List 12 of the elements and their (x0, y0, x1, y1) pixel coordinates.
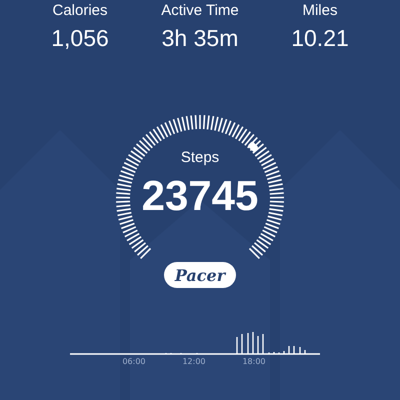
steps-value: 23745 (142, 172, 258, 220)
steps-label: Steps (180, 149, 220, 166)
stat-value: 1,056 (51, 24, 109, 53)
stat-label: Miles (302, 1, 338, 21)
stat-label: Calories (52, 1, 108, 21)
brand-button[interactable]: Pacer (164, 262, 236, 288)
time-label: 06:00 (122, 357, 146, 366)
time-label: 18:00 (242, 357, 266, 366)
stat-value: 3h 35m (162, 24, 238, 53)
stat-label: Active Time (161, 1, 239, 21)
stat-value: 10.21 (291, 24, 349, 53)
time-label: 12:00 (182, 357, 206, 366)
